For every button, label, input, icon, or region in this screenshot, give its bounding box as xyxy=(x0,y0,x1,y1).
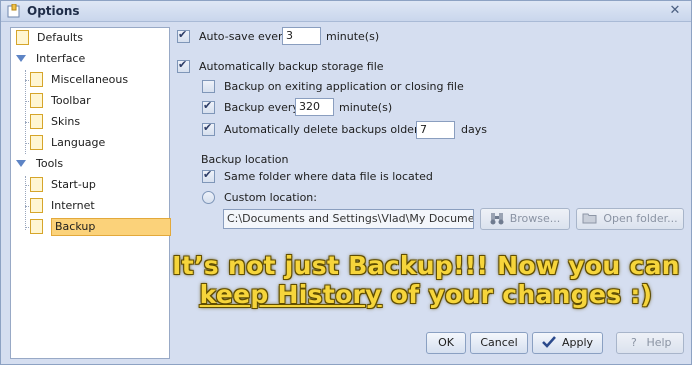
same-folder-label: Same folder where data file is located xyxy=(224,170,433,183)
tree-item-defaults[interactable]: Defaults xyxy=(16,29,83,47)
document-icon xyxy=(30,134,43,150)
tree-item-language[interactable]: Language xyxy=(30,134,105,152)
binoculars-icon xyxy=(490,212,504,224)
document-icon xyxy=(30,92,43,108)
browse-button[interactable]: Browse... xyxy=(480,208,570,230)
tree-item-label: Backup xyxy=(51,218,171,236)
tree-item-startup[interactable]: Start-up xyxy=(30,176,96,194)
same-folder-checkbox[interactable] xyxy=(202,168,215,183)
autosave-checkbox[interactable] xyxy=(177,28,190,43)
tree-item-miscellaneous[interactable]: Miscellaneous xyxy=(30,71,128,89)
auto-backup-label: Automatically backup storage file xyxy=(199,60,384,73)
backup-on-exit-checkbox[interactable] xyxy=(202,80,215,93)
tree-item-internet[interactable]: Internet xyxy=(30,197,95,215)
apply-button[interactable]: Apply xyxy=(532,332,603,354)
promo-line-2: keep History of your changes :) xyxy=(171,280,681,309)
promo-line-1: It’s not just Backup!!! Now you can xyxy=(172,251,680,280)
close-icon[interactable]: ✕ xyxy=(667,3,683,19)
autosave-label: Auto-save every xyxy=(199,30,290,43)
folder-icon xyxy=(582,213,597,224)
tree-item-label: Start-up xyxy=(51,178,96,191)
backup-every-input[interactable]: 320 xyxy=(295,98,334,116)
window-title: Options xyxy=(27,4,80,18)
custom-location-radio[interactable] xyxy=(202,191,215,204)
backup-every-unit: minute(s) xyxy=(339,101,393,114)
promo-banner: It’s not just Backup!!! Now you can keep… xyxy=(171,251,681,309)
backup-every-label: Backup every xyxy=(224,101,299,114)
tree-item-label: Internet xyxy=(51,199,95,212)
tree-item-interface[interactable]: Interface xyxy=(16,50,85,68)
tree-item-label: Interface xyxy=(36,52,86,65)
auto-delete-label: Automatically delete backups older then xyxy=(224,123,447,136)
promo-line-2-rest: of your changes :) xyxy=(381,280,653,309)
open-folder-button[interactable]: Open folder... xyxy=(576,208,684,230)
autosave-minutes-input[interactable]: 3 xyxy=(282,27,321,45)
tree-item-skins[interactable]: Skins xyxy=(30,113,80,131)
tree-item-label: Tools xyxy=(36,157,64,170)
tree-item-backup[interactable]: Backup xyxy=(30,218,171,236)
options-tree: Defaults Interface Miscellaneous Toolbar… xyxy=(10,27,171,359)
auto-delete-days-input[interactable]: 7 xyxy=(416,121,455,139)
help-button-label: Help xyxy=(646,336,672,349)
custom-path-field: C:\Documents and Settings\Vlad\My Docume… xyxy=(223,209,474,229)
checkmark-icon xyxy=(542,336,556,348)
backup-on-exit-label: Backup on exiting application or closing… xyxy=(224,80,464,93)
autosave-unit: minute(s) xyxy=(326,30,380,43)
options-window-icon xyxy=(7,4,20,18)
tree-item-tools[interactable]: Tools xyxy=(16,155,63,173)
ok-button-label: OK xyxy=(438,336,454,349)
document-icon xyxy=(30,113,43,129)
expand-arrow-icon[interactable] xyxy=(16,54,26,62)
document-icon xyxy=(30,218,43,234)
title-bar[interactable]: Options ✕ xyxy=(1,1,691,22)
custom-location-label: Custom location: xyxy=(224,191,317,204)
tree-item-label: Toolbar xyxy=(51,94,91,107)
backup-every-checkbox[interactable] xyxy=(202,99,215,114)
document-icon xyxy=(16,29,29,45)
tree-item-toolbar[interactable]: Toolbar xyxy=(30,92,91,110)
document-icon xyxy=(30,71,43,87)
expand-arrow-icon[interactable] xyxy=(16,159,26,167)
open-folder-button-label: Open folder... xyxy=(603,212,678,225)
tree-item-label: Miscellaneous xyxy=(51,73,129,86)
svg-text:?: ? xyxy=(631,336,637,348)
apply-button-label: Apply xyxy=(561,336,594,349)
tree-connector xyxy=(25,70,26,154)
document-icon xyxy=(30,176,43,192)
ok-button[interactable]: OK xyxy=(426,332,466,354)
options-window: Options ✕ Defaults Interface Miscellaneo… xyxy=(0,0,692,365)
tree-item-label: Language xyxy=(51,136,106,149)
document-icon xyxy=(30,197,43,213)
cancel-button[interactable]: Cancel xyxy=(470,332,528,354)
tree-item-label: Defaults xyxy=(37,31,83,44)
browse-button-label: Browse... xyxy=(509,212,561,225)
backup-location-heading: Backup location xyxy=(201,153,289,166)
promo-history-text: keep History xyxy=(199,280,382,309)
tree-item-label: Skins xyxy=(51,115,81,128)
auto-backup-checkbox[interactable] xyxy=(177,58,190,73)
auto-delete-checkbox[interactable] xyxy=(202,121,215,136)
help-button[interactable]: ? Help xyxy=(616,332,684,354)
help-icon: ? xyxy=(631,336,637,348)
cancel-button-label: Cancel xyxy=(480,336,518,349)
auto-delete-unit: days xyxy=(461,123,487,136)
